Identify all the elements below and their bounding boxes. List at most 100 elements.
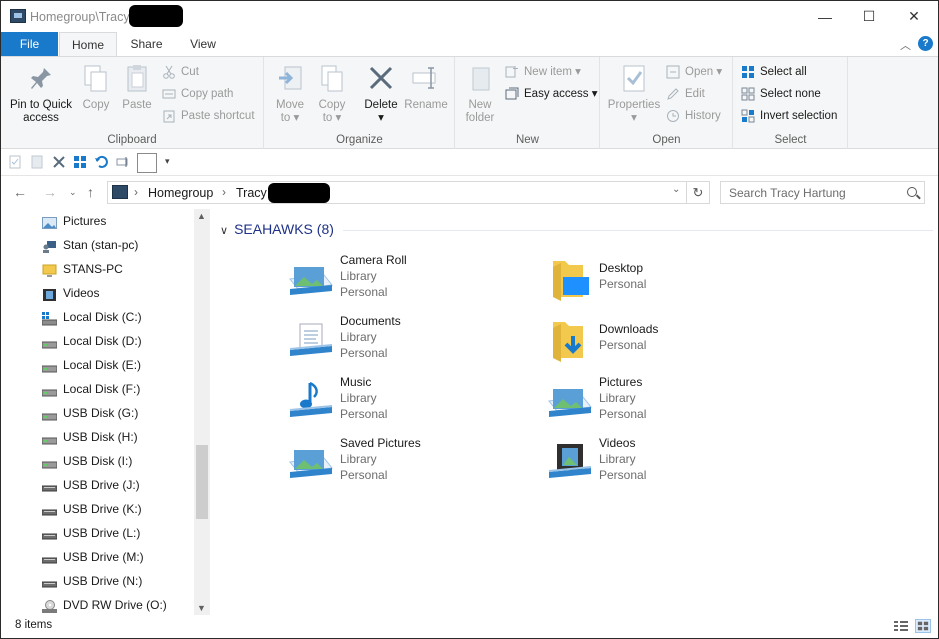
library-tile[interactable]: Documents Library Personal (288, 314, 528, 372)
select-all-button[interactable]: Select all (740, 62, 807, 82)
nav-item[interactable]: Pictures (41, 209, 106, 233)
new-item-icon (505, 66, 518, 78)
nav-item[interactable]: Local Disk (C:) (41, 305, 142, 329)
open-group-label: Open (652, 134, 681, 146)
customize-toolbar-dropdown-icon[interactable]: ▾ (165, 156, 179, 170)
window-title: Homegroup\Tracy (30, 10, 130, 24)
search-box[interactable]: Search Tracy Hartung (720, 181, 925, 204)
breadcrumb-separator-icon[interactable]: › (134, 185, 138, 199)
cut-button[interactable]: Cut (161, 62, 199, 82)
tab-file[interactable]: File (1, 32, 58, 56)
tile-name: Desktop (599, 261, 644, 275)
group-header[interactable]: ∨ SEAHAWKS (8) (220, 221, 933, 237)
edit-button[interactable]: Edit (665, 84, 705, 104)
nav-item[interactable]: STANS-PC (41, 257, 123, 281)
scroll-down-icon[interactable]: ▼ (197, 603, 206, 613)
tile-detail: Library (340, 330, 377, 344)
undo-icon[interactable] (94, 155, 108, 169)
nav-item[interactable]: DVD RW Drive (O:) (41, 593, 167, 617)
library-tile[interactable]: Saved Pictures Library Personal (288, 436, 528, 494)
library-pictures-icon (547, 379, 593, 425)
new-folder-small-icon[interactable] (30, 155, 44, 169)
maximize-button[interactable]: ☐ (846, 1, 892, 32)
nav-item[interactable]: Local Disk (F:) (41, 377, 140, 401)
nav-item[interactable]: USB Disk (G:) (41, 401, 138, 425)
breadcrumb-separator-icon[interactable]: › (222, 185, 226, 199)
desktop-folder-icon (547, 257, 593, 303)
easy-access-label: Easy access ▾ (524, 88, 598, 100)
library-tile[interactable]: Pictures Library Personal (547, 375, 787, 433)
new-folder-button[interactable]: New folder (462, 63, 498, 125)
properties-small-icon[interactable] (8, 155, 22, 169)
nav-item[interactable]: USB Drive (K:) (41, 497, 142, 521)
delete-label-line2: ▾ (378, 112, 384, 124)
nav-item-label: USB Disk (H:) (63, 430, 138, 444)
delete-small-icon[interactable] (52, 155, 66, 169)
tab-share[interactable]: Share (119, 32, 174, 56)
nav-scrollbar-thumb[interactable] (196, 445, 208, 519)
tab-home[interactable]: Home (59, 32, 117, 57)
nav-item-label: USB Disk (G:) (63, 406, 139, 420)
copy-path-button[interactable]: Copy path (161, 84, 233, 104)
explorer-window: Homegroup\Tracy — ☐ ✕ File Home Share Vi… (0, 0, 939, 639)
library-tile[interactable]: Music Library Personal (288, 375, 528, 433)
open-button[interactable]: Open ▾ (665, 62, 722, 82)
properties-button[interactable]: Properties ▾ (605, 63, 663, 125)
breadcrumb-homegroup[interactable]: Homegroup (148, 186, 213, 200)
nav-item-label: USB Drive (M:) (63, 550, 144, 564)
address-dropdown-icon[interactable]: ⌄ (672, 184, 680, 195)
minimize-button[interactable]: — (802, 1, 848, 32)
back-arrow-icon[interactable]: ← (13, 184, 27, 200)
refresh-icon[interactable]: ↻ (687, 181, 710, 204)
library-tile[interactable]: Downloads Personal (547, 314, 787, 372)
select-none-button[interactable]: Select none (740, 84, 821, 104)
history-button[interactable]: History (665, 106, 721, 126)
paste-button[interactable]: Paste (119, 63, 155, 112)
paste-shortcut-button[interactable]: Paste shortcut (161, 106, 255, 126)
address-bar[interactable]: › Homegroup › Tracy ⌄ (107, 181, 687, 204)
nav-item[interactable]: Videos (41, 281, 99, 305)
nav-scrollbar[interactable]: ▲ ▼ (194, 209, 210, 615)
nav-item[interactable]: USB Disk (H:) (41, 425, 138, 449)
new-item-button[interactable]: New item ▾ (504, 62, 581, 82)
collapse-group-chevron-icon[interactable]: ∨ (220, 224, 228, 237)
select-all-small-icon[interactable] (73, 155, 87, 169)
copy-button[interactable]: Copy (79, 63, 113, 112)
nav-item[interactable]: USB Drive (J:) (41, 473, 140, 497)
library-tile[interactable]: Videos Library Personal (547, 436, 787, 494)
nav-item[interactable]: Stan (stan-pc) (41, 233, 138, 257)
details-view-icon[interactable] (893, 619, 909, 633)
breadcrumb-tracy[interactable]: Tracy (236, 186, 267, 200)
up-arrow-icon[interactable]: ↑ (87, 184, 94, 200)
nav-item-label: Stan (stan-pc) (63, 238, 139, 252)
collapse-ribbon-icon[interactable]: ︿ (900, 37, 911, 53)
recent-locations-icon[interactable]: ⌄ (69, 187, 77, 198)
tile-detail: Library (340, 391, 377, 405)
drive-icon (41, 382, 58, 397)
tiles-view-icon[interactable] (915, 619, 931, 633)
customize-box[interactable] (137, 153, 157, 173)
nav-item[interactable]: Local Disk (D:) (41, 329, 142, 353)
pin-to-quick-access-button[interactable]: Pin to Quick access (7, 63, 75, 125)
library-tile[interactable]: Camera Roll Library Personal (288, 253, 528, 311)
scroll-up-icon[interactable]: ▲ (197, 211, 206, 221)
nav-item[interactable]: Local Disk (E:) (41, 353, 141, 377)
library-tile[interactable]: Desktop Personal (547, 253, 787, 311)
forward-arrow-icon[interactable]: → (43, 184, 57, 200)
move-to-button[interactable]: Move to ▾ (273, 63, 307, 125)
invert-selection-button[interactable]: Invert selection (740, 106, 837, 126)
nav-item[interactable]: USB Drive (L:) (41, 521, 140, 545)
search-icon[interactable] (907, 187, 917, 197)
nav-item[interactable]: USB Disk (I:) (41, 449, 132, 473)
nav-item[interactable]: USB Drive (M:) (41, 545, 144, 569)
close-button[interactable]: ✕ (891, 1, 937, 32)
help-icon[interactable]: ? (918, 36, 933, 51)
delete-button[interactable]: Delete ▾ (361, 63, 401, 125)
copy-to-button[interactable]: Copy to ▾ (315, 63, 349, 125)
clipboard-group: Pin to Quick access Copy Paste Cut Copy … (1, 57, 264, 149)
nav-item[interactable]: USB Drive (N:) (41, 569, 142, 593)
rename-button[interactable]: Rename (403, 63, 449, 112)
tab-view[interactable]: View (177, 32, 229, 56)
easy-access-button[interactable]: Easy access ▾ (504, 84, 598, 104)
rename-small-icon[interactable] (116, 155, 130, 169)
